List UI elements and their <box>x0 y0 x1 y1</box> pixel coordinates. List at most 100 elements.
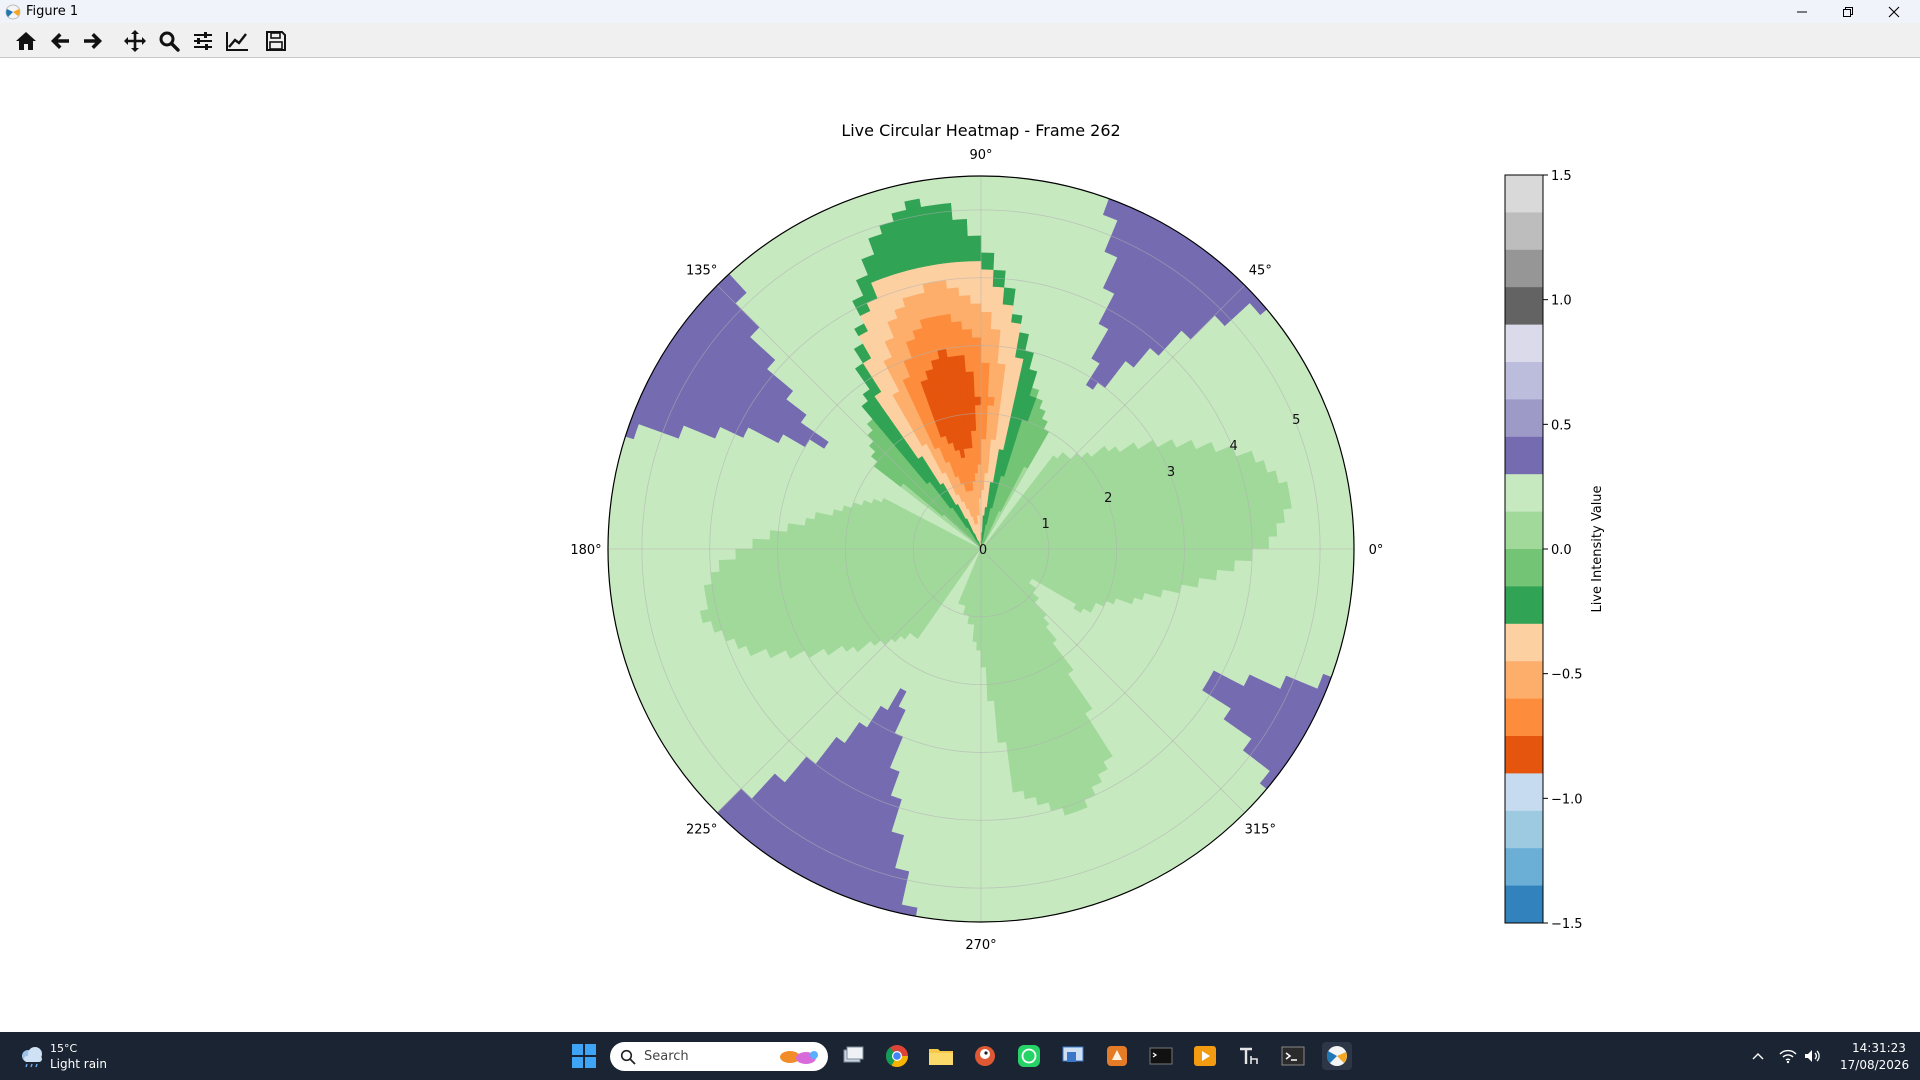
heatmap-cell <box>972 353 982 363</box>
heatmap-cell <box>994 861 1010 872</box>
zoom-button[interactable] <box>154 27 184 55</box>
heatmap-cell <box>980 794 993 804</box>
heatmap-cell <box>1000 775 1013 786</box>
heatmap-cell <box>965 201 982 211</box>
heatmap-cell <box>1003 809 1017 820</box>
heatmap-cell <box>980 268 994 279</box>
heatmap-cell <box>976 641 982 652</box>
heatmap-cell <box>992 269 1006 280</box>
heatmap-cell <box>958 708 968 719</box>
heatmap-cell <box>980 463 986 474</box>
heatmap-cell <box>951 878 967 889</box>
heatmap-cell <box>768 530 779 541</box>
heatmap-cell <box>870 539 880 545</box>
heatmap-cell <box>954 741 965 753</box>
save-button[interactable] <box>261 27 291 55</box>
heatmap-cell <box>1259 523 1270 538</box>
heatmap-cell <box>727 570 738 583</box>
arrow-right-icon <box>84 33 102 49</box>
heatmap-cell <box>862 548 872 555</box>
polar-heatmap-plot[interactable]: Live Circular Heatmap - Frame 262 0°45°9… <box>0 58 1920 1032</box>
heatmap-cell <box>996 184 1014 195</box>
heatmap-cell <box>1005 253 1021 264</box>
pan-button[interactable] <box>120 27 150 55</box>
heatmap-cell <box>710 571 721 585</box>
heatmap-cell <box>980 650 987 660</box>
heatmap-cell <box>616 548 626 566</box>
heatmap-cell <box>1190 519 1201 531</box>
heatmap-cell <box>1294 534 1304 550</box>
heatmap-cell <box>709 525 720 538</box>
heatmap-cell <box>953 235 969 246</box>
heatmap-cell <box>692 536 702 550</box>
heatmap-cell <box>744 517 755 530</box>
heatmap-cell <box>744 568 755 581</box>
heatmap-cell <box>965 379 975 389</box>
heatmap-cell <box>968 260 982 270</box>
heatmap-cell <box>1310 533 1321 550</box>
heatmap-cell <box>980 845 995 855</box>
heatmap-cell <box>954 345 965 357</box>
heatmap-cell <box>709 560 720 573</box>
restore-button[interactable] <box>1826 0 1870 23</box>
heatmap-cell <box>948 184 966 195</box>
heatmap-cell <box>980 472 985 482</box>
heatmap-cell <box>761 519 772 531</box>
heatmap-cell <box>1267 522 1278 537</box>
configure-subplots-button[interactable] <box>188 27 218 55</box>
close-button[interactable] <box>1872 0 1916 23</box>
heatmap-cell <box>836 536 847 544</box>
heatmap-cell <box>845 548 855 556</box>
heatmap-cell <box>989 345 1000 356</box>
heatmap-cell <box>1107 542 1117 550</box>
heatmap-cell <box>853 548 863 555</box>
heatmap-cell <box>998 750 1009 761</box>
heatmap-cell <box>1284 521 1295 537</box>
heatmap-cell <box>895 544 906 550</box>
heatmap-cell <box>980 176 998 186</box>
minimize-icon <box>1797 11 1807 12</box>
heatmap-cell <box>1277 535 1287 550</box>
heatmap-cell <box>802 540 812 550</box>
heatmap-cell <box>980 336 991 347</box>
heatmap-cell <box>980 828 994 838</box>
heatmap-cell <box>976 633 982 643</box>
heatmap-cell <box>980 455 986 465</box>
heatmap-cell <box>980 370 990 380</box>
heatmap-cell <box>987 387 996 398</box>
heatmap-cell <box>760 529 771 541</box>
back-button[interactable] <box>45 27 75 55</box>
heatmap-cell <box>943 261 957 272</box>
heatmap-cell <box>980 235 995 245</box>
heatmap-cell <box>968 819 982 830</box>
home-button[interactable] <box>11 27 41 55</box>
figure-canvas[interactable]: Live Circular Heatmap - Frame 262 0° 45° 9… <box>0 58 1920 1032</box>
heatmap-cell <box>1232 514 1244 528</box>
minimize-button[interactable] <box>1780 0 1824 23</box>
heatmap-cell <box>941 834 957 845</box>
heatmap-cell <box>1234 537 1245 550</box>
heatmap-cell <box>980 192 997 203</box>
edit-axis-button[interactable] <box>222 27 252 55</box>
heatmap-cell <box>735 569 747 582</box>
heatmap-cell <box>991 785 1003 795</box>
heatmap-cell <box>964 666 971 677</box>
heatmap-cell <box>967 243 982 253</box>
heatmap-cell <box>955 733 966 744</box>
heatmap-cell <box>1107 536 1117 544</box>
heatmap-cell <box>1082 543 1092 550</box>
heatmap-cell <box>973 709 982 719</box>
heatmap-cell <box>968 268 982 279</box>
matplotlib-icon <box>5 4 21 19</box>
heatmap-cell <box>717 548 728 561</box>
heatmap-cell <box>777 530 788 541</box>
heatmap-cell <box>811 555 821 565</box>
heatmap-cell <box>624 533 635 550</box>
heatmap-cell <box>962 345 973 356</box>
heatmap-cell <box>1003 363 1014 375</box>
heatmap-cell <box>996 354 1007 365</box>
heatmap-cell <box>959 303 971 313</box>
heatmap-cell <box>959 699 969 710</box>
heatmap-cell <box>980 345 991 355</box>
forward-button[interactable] <box>78 27 108 55</box>
